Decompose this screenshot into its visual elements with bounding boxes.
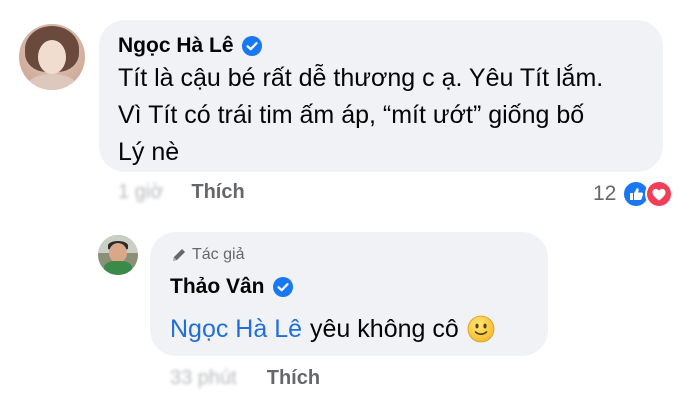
pen-icon bbox=[173, 249, 185, 261]
commenter-avatar[interactable] bbox=[19, 24, 85, 90]
comment-timestamp[interactable]: 1 giờ bbox=[118, 181, 163, 204]
avatar-face bbox=[109, 243, 127, 263]
avatar-face bbox=[38, 40, 66, 74]
avatar-shoulder bbox=[27, 74, 77, 90]
comment-text: Tít là cậu bé rất dễ thương c ạ. Yêu Tít… bbox=[118, 60, 603, 171]
reply-timestamp[interactable]: 33 phút bbox=[170, 367, 237, 390]
slightly-smiling-face-icon bbox=[467, 315, 495, 343]
reaction-summary[interactable]: 12 bbox=[593, 180, 674, 208]
reply-author-row: Thảo Vân bbox=[170, 275, 293, 299]
author-badge-label: Tác giả bbox=[192, 246, 245, 263]
like-button[interactable]: Thích bbox=[191, 181, 244, 204]
author-badge: Tác giả bbox=[170, 246, 244, 264]
reaction-count: 12 bbox=[593, 182, 617, 205]
comment-text-line: Lý nè bbox=[118, 138, 180, 166]
mention-link[interactable]: Ngọc Hà Lê bbox=[170, 312, 302, 346]
reply-author-name[interactable]: Thảo Vân bbox=[170, 275, 265, 299]
reply-text: Ngọc Hà Lê yêu không cô bbox=[170, 312, 495, 346]
comment-thread: Ngọc Hà Lê Tít là cậu bé rất dễ thương c… bbox=[0, 0, 700, 404]
reply-actions: 33 phút Thích bbox=[170, 367, 320, 390]
comment-text-line: Tít là cậu bé rất dễ thương c ạ. Yêu Tít… bbox=[118, 64, 604, 92]
reply-like-button[interactable]: Thích bbox=[267, 367, 320, 390]
comment-text-line: Vì Tít có trái tim ấm áp, “mít ướt” giốn… bbox=[118, 101, 585, 129]
reply-author-avatar[interactable] bbox=[98, 235, 138, 275]
verified-badge-icon bbox=[272, 277, 293, 297]
love-reaction-icon bbox=[645, 180, 674, 208]
comment-author-row: Ngọc Hà Lê bbox=[118, 34, 262, 58]
comment-actions: 1 giờ Thích bbox=[118, 181, 245, 204]
reply-body: yêu không cô bbox=[310, 315, 459, 343]
verified-badge-icon bbox=[241, 36, 262, 56]
avatar-shirt bbox=[104, 261, 132, 275]
comment-author-name[interactable]: Ngọc Hà Lê bbox=[118, 34, 234, 58]
